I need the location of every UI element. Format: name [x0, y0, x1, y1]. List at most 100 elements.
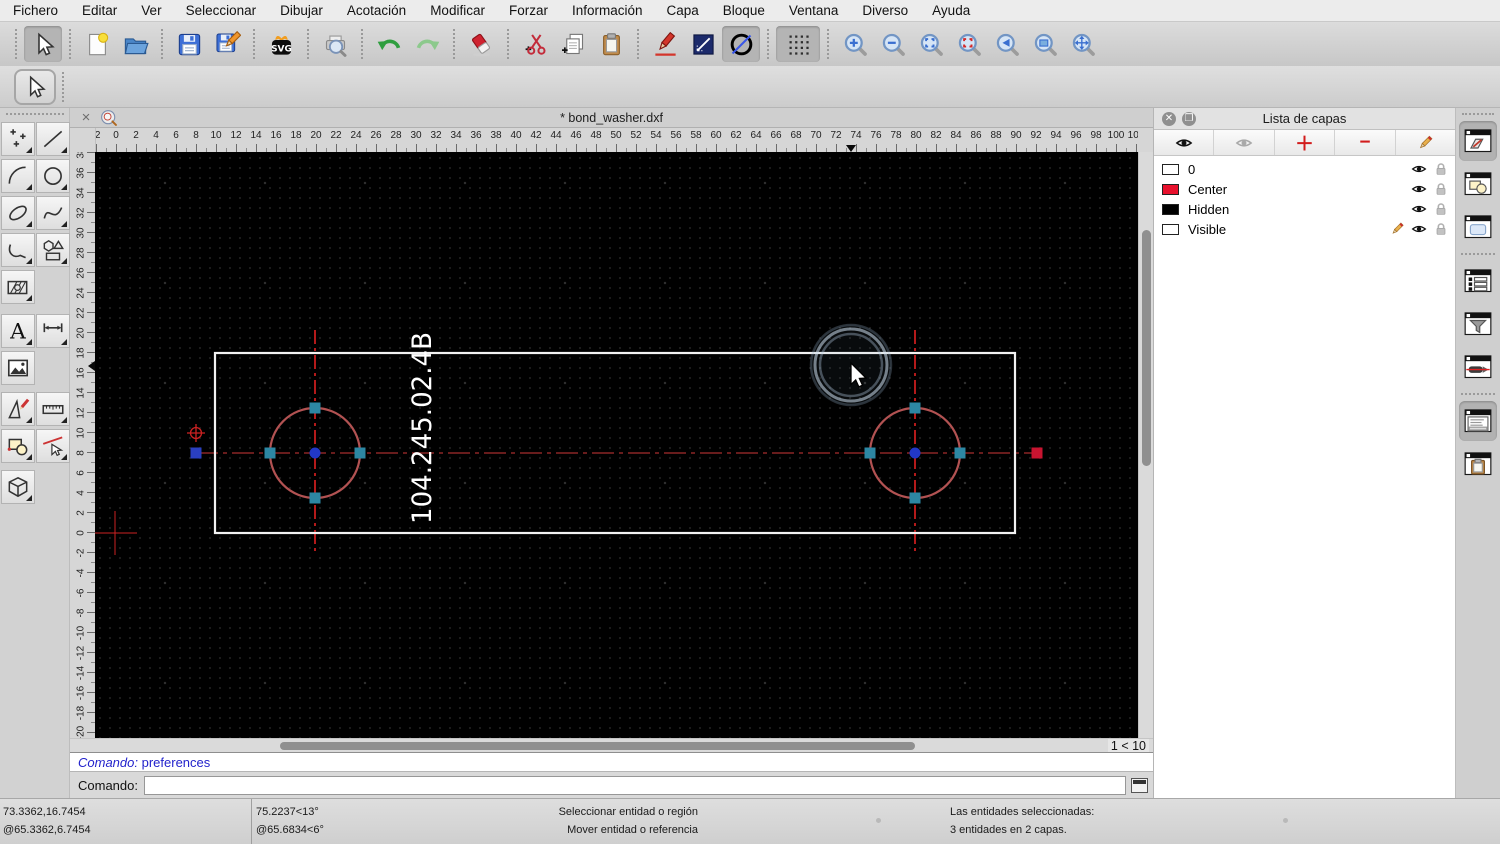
hruler-label: 100 — [1107, 130, 1125, 141]
layer-visibility-eye-icon[interactable] — [1411, 181, 1427, 197]
menu-item-ventana[interactable]: Ventana — [789, 3, 839, 18]
menu-item-ver[interactable]: Ver — [141, 3, 161, 18]
layer-lock-icon[interactable] — [1433, 221, 1449, 237]
save-button[interactable] — [170, 26, 208, 62]
pen-toolbar-dock-button[interactable] — [1459, 347, 1497, 387]
pen-edit-button[interactable] — [646, 26, 684, 62]
print-preview-button[interactable] — [316, 26, 354, 62]
layer-row-0[interactable]: 0 — [1154, 159, 1455, 179]
layer-lock-icon[interactable] — [1433, 201, 1449, 217]
menu-item-acotación[interactable]: Acotación — [347, 3, 406, 18]
hatch-tool-button[interactable] — [1, 270, 35, 304]
line-box-button[interactable] — [684, 26, 722, 62]
command-input[interactable] — [143, 775, 1126, 795]
layer-row-visible[interactable]: Visible — [1154, 219, 1455, 239]
menu-item-seleccionar[interactable]: Seleccionar — [186, 3, 257, 18]
cube-3d-tool-button[interactable] — [1, 470, 35, 504]
blocks-tool-button[interactable] — [1, 429, 35, 463]
measure-tool-button[interactable] — [36, 392, 70, 426]
copy-button[interactable] — [554, 26, 592, 62]
add-layer-button[interactable]: ＋ — [1275, 130, 1336, 155]
menu-item-dibujar[interactable]: Dibujar — [280, 3, 323, 18]
line-tool-button[interactable] — [36, 122, 70, 156]
clipboard-dock-button[interactable] — [1459, 444, 1497, 484]
zoom-pan-button[interactable] — [1064, 26, 1102, 62]
image-tool-button[interactable] — [1, 351, 35, 385]
entity-list-dock-button[interactable] — [1459, 261, 1497, 301]
centerline-end-handle[interactable] — [1031, 447, 1043, 459]
layer-row-center[interactable]: Center — [1154, 179, 1455, 199]
horizontal-scrollbar-thumb[interactable] — [280, 742, 915, 750]
layer-list-dock-button[interactable] — [1459, 121, 1497, 161]
paste-button[interactable] — [592, 26, 630, 62]
horizontal-scrollbar[interactable]: 1 < 10 — [70, 738, 1153, 753]
vertical-ruler: 38 36 34 32 30 28 26 24 22 20 18 16 14 12 10 8 6 4 2 0 -2 -4-… — [70, 152, 95, 738]
cut-button[interactable] — [516, 26, 554, 62]
selection-tool-button[interactable] — [14, 69, 56, 105]
ellipse-tool-button[interactable] — [1, 196, 35, 230]
menu-item-diverso[interactable]: Diverso — [862, 3, 908, 18]
zoom-previous-button[interactable] — [988, 26, 1026, 62]
centerline-start-handle[interactable] — [190, 447, 202, 459]
menu-item-modificar[interactable]: Modificar — [430, 3, 485, 18]
layer-row-hidden[interactable]: Hidden — [1154, 199, 1455, 219]
open-file-button[interactable] — [116, 26, 154, 62]
polyline-tool-button[interactable] — [1, 233, 35, 267]
edit-layer-button[interactable] — [1396, 130, 1455, 155]
menu-item-fichero[interactable]: Fichero — [13, 3, 58, 18]
zoom-out-button[interactable] — [874, 26, 912, 62]
block-list-dock-button[interactable] — [1459, 164, 1497, 204]
hruler-label: 18 — [290, 130, 302, 141]
save-as-button[interactable] — [208, 26, 246, 62]
zoom-entity-button[interactable] — [1026, 26, 1064, 62]
zoom-in-button[interactable] — [836, 26, 874, 62]
layer-visibility-eye-icon[interactable] — [1411, 221, 1427, 237]
main-toolbar — [0, 22, 1500, 66]
layer-visibility-eye-icon[interactable] — [1411, 201, 1427, 217]
dock-drag-handle[interactable] — [1462, 113, 1494, 115]
spline-tool-button[interactable] — [36, 196, 70, 230]
grid-toggle-button[interactable] — [776, 26, 820, 62]
text-tool-button[interactable]: A — [1, 314, 35, 348]
trim-tool-button[interactable] — [36, 429, 70, 463]
menu-item-información[interactable]: Información — [572, 3, 643, 18]
dimension-tool-button[interactable] — [36, 314, 70, 348]
points-tool-button[interactable] — [1, 122, 35, 156]
modify-tool-button[interactable] — [1, 392, 35, 426]
panel-drag-handle[interactable] — [6, 113, 64, 115]
zoom-auto-button[interactable] — [912, 26, 950, 62]
washer-outline-rectangle[interactable] — [213, 351, 1017, 535]
select-arrow-button[interactable] — [24, 26, 62, 62]
menu-item-capa[interactable]: Capa — [667, 3, 699, 18]
vertical-scrollbar[interactable] — [1138, 152, 1153, 738]
command-line-dock-button[interactable] — [1459, 401, 1497, 441]
undo-button[interactable] — [370, 26, 408, 62]
menu-item-bloque[interactable]: Bloque — [723, 3, 765, 18]
circle-line-button[interactable] — [722, 26, 760, 62]
layer-visibility-eye-icon[interactable] — [1411, 161, 1427, 177]
layer-lock-icon[interactable] — [1433, 181, 1449, 197]
filter-dock-button[interactable] — [1459, 304, 1497, 344]
delete-button[interactable] — [462, 26, 500, 62]
show-all-layers-button[interactable] — [1154, 130, 1215, 155]
menu-item-editar[interactable]: Editar — [82, 3, 117, 18]
drawing-canvas[interactable]: 104.245.02.4B — [95, 152, 1138, 738]
circle-center-point-left[interactable] — [309, 447, 321, 459]
circle-center-point-right[interactable] — [909, 447, 921, 459]
circle-tool-button[interactable] — [36, 159, 70, 193]
menu-item-ayuda[interactable]: Ayuda — [932, 3, 970, 18]
remove-layer-button[interactable]: − — [1335, 130, 1396, 155]
svg-export-button[interactable] — [262, 26, 300, 62]
vertical-scrollbar-thumb[interactable] — [1142, 230, 1151, 466]
arc-tool-button[interactable] — [1, 159, 35, 193]
zoom-window-button[interactable] — [950, 26, 988, 62]
command-detach-button[interactable] — [1131, 777, 1148, 793]
layer-lock-icon[interactable] — [1433, 161, 1449, 177]
menu-item-forzar[interactable]: Forzar — [509, 3, 548, 18]
library-browser-dock-button[interactable] — [1459, 207, 1497, 247]
part-number-label[interactable]: 104.245.02.4B — [407, 332, 438, 524]
shapes-tool-button[interactable] — [36, 233, 70, 267]
redo-button[interactable] — [408, 26, 446, 62]
new-file-button[interactable] — [78, 26, 116, 62]
hide-all-layers-button[interactable] — [1214, 130, 1275, 155]
